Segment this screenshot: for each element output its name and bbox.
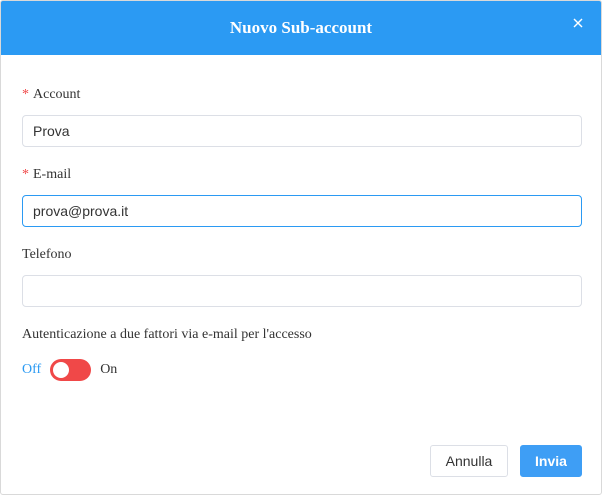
close-icon[interactable] xyxy=(569,14,587,32)
account-input[interactable] xyxy=(22,115,582,147)
email-input[interactable] xyxy=(22,195,582,227)
two-factor-label: Autenticazione a due fattori via e-mail … xyxy=(22,327,312,342)
dialog-header: Nuovo Sub-account xyxy=(1,1,601,55)
required-mark: * xyxy=(22,87,29,102)
switch-knob xyxy=(53,362,70,378)
phone-input[interactable] xyxy=(22,275,582,307)
cancel-button[interactable]: Annulla xyxy=(430,445,508,477)
phone-label: Telefono xyxy=(22,247,72,262)
new-subaccount-dialog: Nuovo Sub-account * Account * E-mail Telef… xyxy=(0,0,602,495)
toggle-on-label: On xyxy=(100,362,118,377)
email-label-text: E-mail xyxy=(33,167,72,182)
account-label-text: Account xyxy=(33,87,81,102)
required-mark: * xyxy=(22,167,29,182)
two-factor-switch[interactable] xyxy=(50,359,92,381)
account-label: * Account xyxy=(22,87,80,103)
email-label: * E-mail xyxy=(22,167,71,183)
dialog-title: Nuovo Sub-account xyxy=(229,18,373,37)
two-factor-toggle-row: Off On xyxy=(22,359,117,381)
toggle-off-label: Off xyxy=(22,362,42,377)
submit-button[interactable]: Invia xyxy=(520,445,582,477)
